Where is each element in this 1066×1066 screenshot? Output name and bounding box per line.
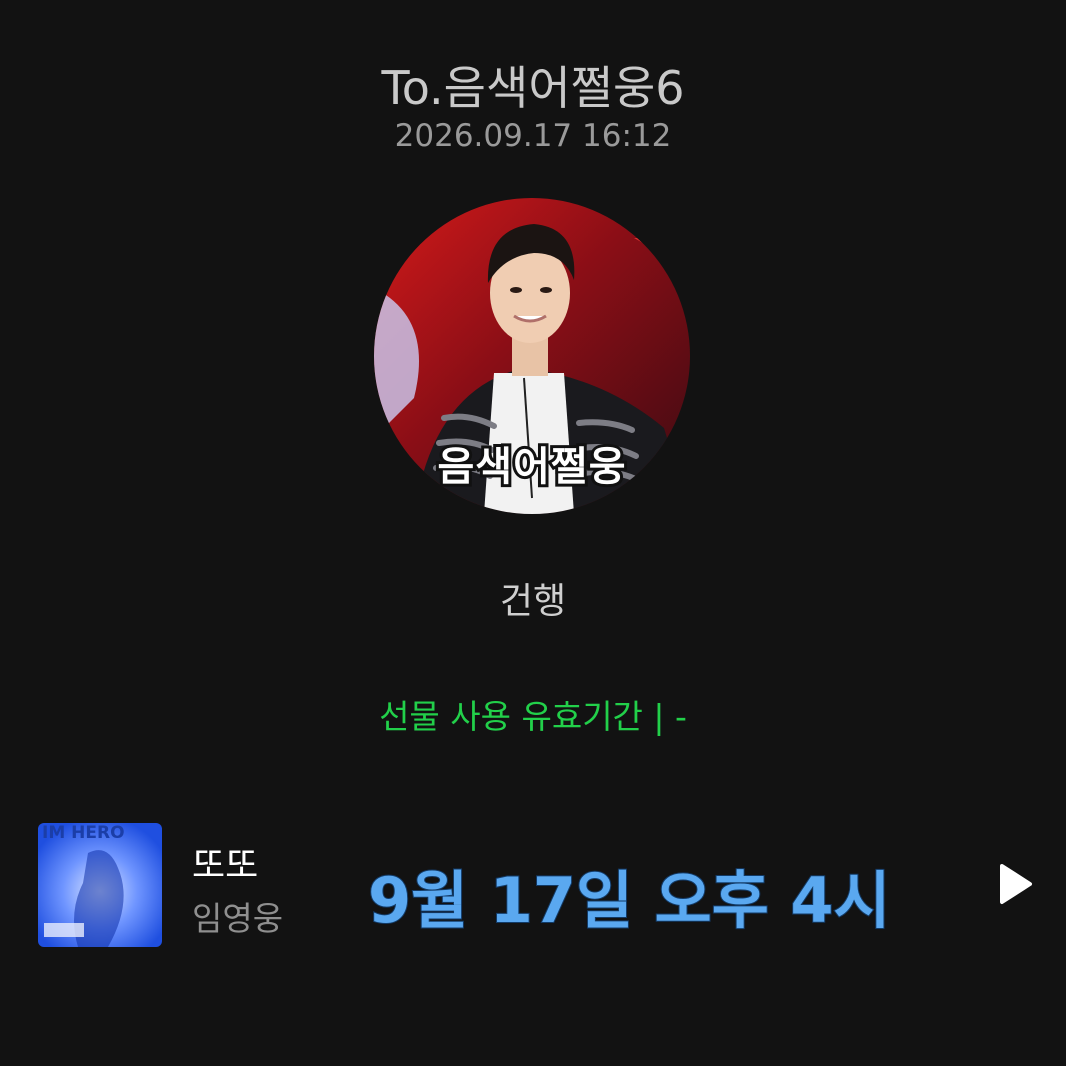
album-art[interactable]: IM HERO xyxy=(38,823,162,947)
artist-name: 임영웅 xyxy=(192,899,284,938)
play-button[interactable] xyxy=(990,860,1038,908)
play-icon xyxy=(1000,864,1032,904)
gift-validity: 선물 사용 유효기간 | - xyxy=(379,697,687,736)
schedule-overlay-text: 9월 17일 오후 4시 xyxy=(367,863,892,938)
gift-message: 건행 xyxy=(499,581,567,622)
profile-avatar[interactable]: 음색어쩔웅 xyxy=(374,198,690,514)
album-title-text: IM HERO xyxy=(42,823,125,843)
music-row[interactable]: IM HERO 또또 임영웅 9월 17일 오후 4시 xyxy=(0,812,1066,962)
timestamp: 2026.09.17 16:12 xyxy=(394,118,672,154)
recipient-title: To.음색어쩔웅6 xyxy=(381,61,685,115)
avatar-caption: 음색어쩔웅 xyxy=(435,441,629,493)
song-title: 또또 xyxy=(192,845,259,886)
